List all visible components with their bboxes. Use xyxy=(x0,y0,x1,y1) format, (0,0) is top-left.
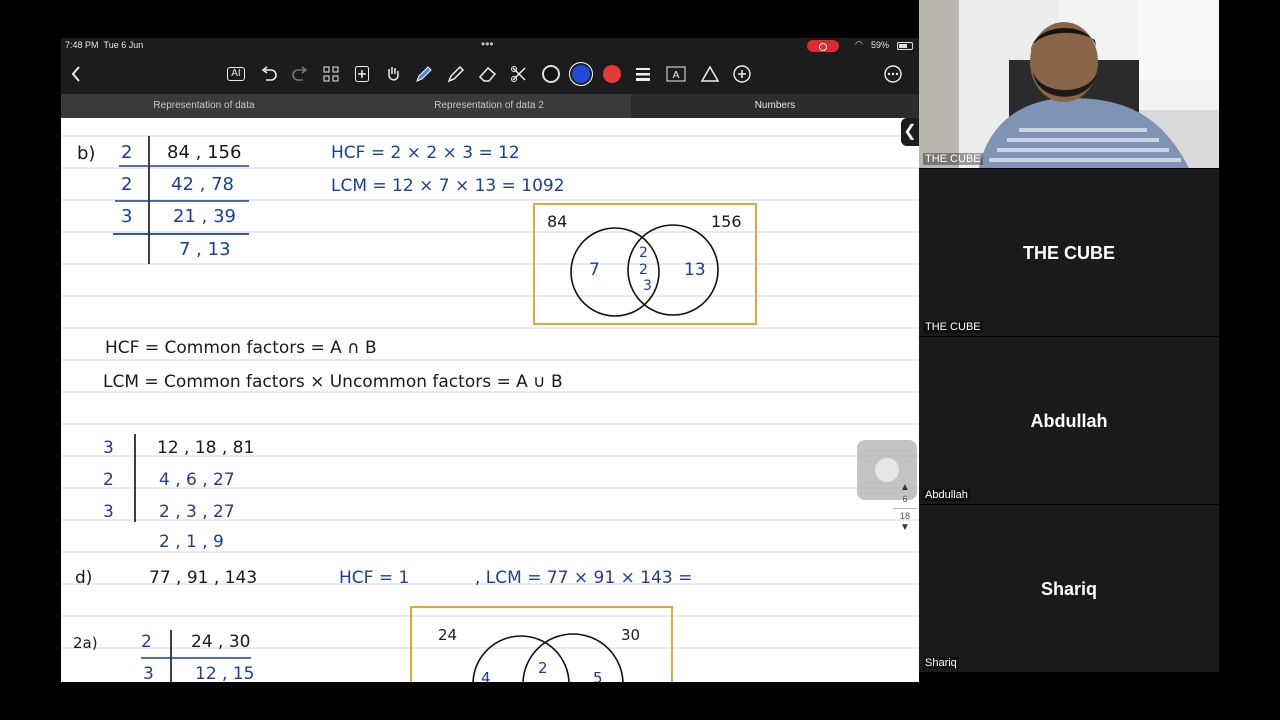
q2-row-1: 24 , 30 xyxy=(191,632,251,652)
lasso-icon[interactable] xyxy=(508,63,530,85)
color-red-swatch[interactable] xyxy=(603,65,621,83)
venn2-left-value: 4 xyxy=(481,669,491,683)
participant-name-tag: Shariq xyxy=(923,657,959,669)
multitask-dots-icon[interactable]: ••• xyxy=(481,38,494,51)
b-row-4: 7 , 13 xyxy=(179,239,231,260)
venn1-right-value: 13 xyxy=(684,260,706,280)
venn1-set-a-label: 84 xyxy=(547,212,568,231)
d-hcf: HCF = 1 xyxy=(339,568,410,588)
lcm-definition: LCM = Common factors × Uncommon factors … xyxy=(103,372,563,392)
redo-icon[interactable] xyxy=(289,63,311,85)
note-page[interactable]: b) 2 2 3 84 , 156 42 , 78 21 , 39 7 , 13… xyxy=(61,118,919,682)
participant-display-name: THE CUBE xyxy=(1022,242,1115,263)
sidebar-handle-icon[interactable]: ❮ xyxy=(901,118,919,146)
back-chevron-icon[interactable] xyxy=(65,63,87,85)
screen-record-icon[interactable] xyxy=(807,40,839,52)
document-tabs: Representation of data Representation of… xyxy=(61,94,919,118)
ruled-lines xyxy=(61,135,919,682)
q2-divisor-1: 2 xyxy=(141,632,152,652)
d-numbers: 77 , 91 , 143 xyxy=(149,568,258,588)
battery-level: 59% xyxy=(871,40,890,50)
participant-name-tag: THE CUBE xyxy=(923,153,983,165)
total-pages: 18 xyxy=(893,508,917,522)
part-d-label: d) xyxy=(75,568,93,588)
shapes-icon[interactable] xyxy=(699,63,721,85)
participant-tile-video[interactable]: THE CUBE xyxy=(919,0,1219,168)
toolbar: AI A xyxy=(61,54,919,94)
c-divisor-2: 2 xyxy=(103,470,114,490)
b-divisor-1: 2 xyxy=(121,142,133,163)
hcf-calculation: HCF = 2 × 2 × 3 = 12 xyxy=(331,143,520,163)
participant-video xyxy=(919,0,1219,168)
color-blue-swatch[interactable] xyxy=(572,65,590,83)
b-row-2: 42 , 78 xyxy=(171,174,234,195)
participant-display-name: Shariq xyxy=(1040,578,1097,599)
page-down-icon[interactable]: ▼ xyxy=(893,522,917,534)
part-b-label: b) xyxy=(77,143,96,164)
add-page-icon[interactable] xyxy=(351,63,373,85)
venn2-mid-value: 2 xyxy=(538,659,548,677)
c-row-4: 2 , 1 , 9 xyxy=(159,532,224,552)
participant-name-tag: THE CUBE xyxy=(923,321,983,333)
b-row-1: 84 , 156 xyxy=(167,142,242,163)
text-box-icon[interactable]: A xyxy=(665,63,687,85)
add-icon[interactable] xyxy=(731,63,753,85)
current-page: 6 xyxy=(902,494,908,504)
participant-tile-the-cube[interactable]: THE CUBE THE CUBE xyxy=(919,168,1219,336)
undo-icon[interactable] xyxy=(258,63,280,85)
more-icon[interactable] xyxy=(882,63,904,85)
color-black-swatch[interactable] xyxy=(542,65,560,83)
c-divisor-1: 3 xyxy=(103,438,114,458)
venn1-set-b-label: 156 xyxy=(711,212,742,231)
q2-row-2: 12 , 15 xyxy=(195,664,255,683)
wifi-icon: ◠ xyxy=(855,39,863,49)
tab-representation-of-data-2[interactable]: Representation of data 2 xyxy=(347,94,631,118)
venn2-set-b-label: 30 xyxy=(621,626,641,644)
status-time: 7:48 PM Tue 6 Jun xyxy=(65,40,144,50)
participant-tile-shariq[interactable]: Shariq Shariq xyxy=(919,504,1219,672)
eraser-icon[interactable] xyxy=(477,63,499,85)
c-divisor-3: 3 xyxy=(103,502,114,522)
ipad-screen: 7:48 PM Tue 6 Jun ••• ◠ 59% AI A Represe… xyxy=(61,38,919,682)
pen-icon[interactable] xyxy=(413,63,435,85)
participant-display-name: Abdullah xyxy=(1030,410,1108,431)
lcm-calculation: LCM = 12 × 7 × 13 = 1092 xyxy=(331,176,565,196)
c-row-2: 4 , 6 , 27 xyxy=(159,470,235,490)
page-up-icon[interactable]: ▲ xyxy=(893,482,917,494)
participant-name-tag: Abdullah xyxy=(923,489,970,501)
c-row-1: 12 , 18 , 81 xyxy=(157,438,255,458)
status-bar: 7:48 PM Tue 6 Jun ••• ◠ 59% xyxy=(61,38,919,54)
line-weight-icon[interactable] xyxy=(632,63,654,85)
tab-numbers[interactable]: Numbers xyxy=(631,94,919,118)
participant-tile-abdullah[interactable]: Abdullah Abdullah xyxy=(919,336,1219,504)
grid-icon[interactable] xyxy=(320,63,342,85)
venn2-right-value: 5 xyxy=(593,669,603,683)
svg-text:A: A xyxy=(673,70,680,81)
b-divisor-3: 3 xyxy=(121,206,133,227)
venn2-set-a-label: 24 xyxy=(438,626,458,644)
venn1-mid-1: 2 xyxy=(639,245,648,261)
q2-divisor-2: 3 xyxy=(143,664,154,683)
ai-text-icon[interactable]: AI xyxy=(225,63,247,85)
question-2a-label: 2a) xyxy=(73,634,98,652)
page-indicator[interactable]: ▲ 6 18 ▼ xyxy=(893,482,917,534)
b-divisor-2: 2 xyxy=(121,174,133,195)
venn1-left-value: 7 xyxy=(589,260,600,280)
participant-panel: THE CUBE THE CUBE THE CUBE Abdullah Abdu… xyxy=(919,0,1219,672)
tab-representation-of-data[interactable]: Representation of data xyxy=(61,94,347,118)
b-row-3: 21 , 39 xyxy=(173,206,236,227)
hand-icon[interactable] xyxy=(382,63,404,85)
d-lcm: , LCM = 77 × 91 × 143 = xyxy=(475,568,693,588)
venn1-mid-3: 3 xyxy=(643,278,652,294)
highlighter-icon[interactable] xyxy=(445,63,467,85)
hcf-definition: HCF = Common factors = A ∩ B xyxy=(105,338,377,358)
venn1-mid-2: 2 xyxy=(639,262,648,278)
battery-icon xyxy=(897,42,913,50)
c-row-3: 2 , 3 , 27 xyxy=(159,502,235,522)
